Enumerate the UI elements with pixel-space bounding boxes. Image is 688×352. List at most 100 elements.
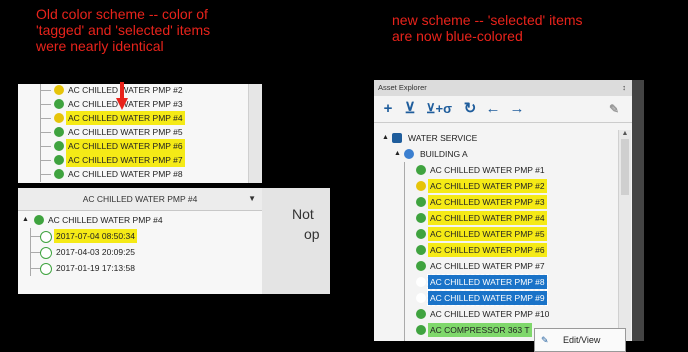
tree-row[interactable]: AC CHILLED WATER PMP #8 <box>404 274 632 290</box>
tree-row[interactable]: AC CHILLED WATER PMP #3 <box>404 194 632 210</box>
history-parent-row[interactable]: ▲ AC CHILLED WATER PMP #4 <box>18 212 248 228</box>
tree-root[interactable]: ▲ WATER SERVICE <box>382 130 630 146</box>
old-asset-tree: AC CHILLED WATER PMP #2 AC CHILLED WATER … <box>18 84 262 183</box>
tree-connector <box>404 242 415 258</box>
tree-row-label: AC CHILLED WATER PMP #1 <box>430 165 545 175</box>
tree-row[interactable]: AC CHILLED WATER PMP #4 <box>404 210 632 226</box>
tree-row-label: AC COMPRESSOR 363 T <box>428 323 532 337</box>
tree-row-label: AC CHILLED WATER PMP #4 <box>66 111 185 125</box>
tree-row-label: AC CHILLED WATER PMP #5 <box>428 227 547 241</box>
explorer-scrollbar[interactable]: ▲ <box>618 130 631 341</box>
tree-connector <box>404 274 415 290</box>
building-icon <box>404 149 414 159</box>
filter-button[interactable]: ⊻ <box>402 100 418 118</box>
history-row[interactable]: 2017-01-19 17:13:58 <box>18 260 248 276</box>
tree-row-label: AC CHILLED WATER PMP #2 <box>428 179 547 193</box>
caption-old-line-1: Old color scheme -- color of <box>36 6 208 22</box>
history-icon <box>40 247 52 259</box>
building-label: BUILDING A <box>420 149 468 159</box>
filter-add-button[interactable]: ⊻+σ <box>422 100 456 118</box>
pump-icon <box>416 245 426 255</box>
caption-new-scheme: new scheme -- 'selected' items are now b… <box>392 12 632 44</box>
history-parent-label: AC CHILLED WATER PMP #4 <box>48 215 163 225</box>
tree-row[interactable]: AC CHILLED WATER PMP #5 <box>404 226 632 242</box>
back-button[interactable]: ← <box>482 100 504 118</box>
expand-icon[interactable]: ▲ <box>394 146 401 162</box>
asset-explorer-title: Asset Explorer <box>378 83 427 92</box>
tree-scrollbar[interactable] <box>248 84 262 183</box>
pump-icon <box>54 85 64 95</box>
scrollbar-thumb[interactable] <box>621 139 629 195</box>
tree-row-label: AC CHILLED WATER PMP #8 <box>68 169 183 179</box>
pump-icon <box>54 141 64 151</box>
tree-connector <box>404 162 415 178</box>
tree-row[interactable]: AC CHILLED WATER PMP #10 <box>404 306 632 322</box>
tree-row-label: AC CHILLED WATER PMP #5 <box>68 127 183 137</box>
side-panel: Not op <box>262 188 330 294</box>
tree-row-label: AC CHILLED WATER PMP #7 <box>430 261 545 271</box>
side-text-not: Not <box>292 206 314 222</box>
caption-new-line-1: new scheme -- 'selected' items <box>392 12 583 28</box>
tree-row-label: AC CHILLED WATER PMP #6 <box>66 139 185 153</box>
pump-icon <box>54 113 64 123</box>
asset-dropdown[interactable]: AC CHILLED WATER PMP #4 ▼ <box>18 188 262 211</box>
context-menu[interactable]: ✎ Edit/View <box>534 328 626 352</box>
tree-row-label: AC CHILLED WATER PMP #3 <box>428 195 547 209</box>
tree-row-label: AC CHILLED WATER PMP #9 <box>427 290 548 306</box>
tree-row[interactable]: AC CHILLED WATER PMP #8 <box>18 166 248 182</box>
chevron-down-icon: ▼ <box>248 194 256 203</box>
caption-new-line-2: are now blue-colored <box>392 28 523 44</box>
tree-connector <box>404 258 415 274</box>
pump-icon <box>54 169 64 179</box>
side-strip <box>632 80 644 341</box>
refresh-button[interactable]: ↻ <box>462 100 478 118</box>
pump-icon <box>54 99 64 109</box>
tree-connector <box>404 194 415 210</box>
add-button[interactable]: + <box>380 100 396 118</box>
tree-connector <box>404 226 415 242</box>
tree-building[interactable]: ▲ BUILDING A <box>394 146 632 162</box>
water-service-icon <box>392 133 402 143</box>
history-row[interactable]: 2017-07-04 08:50:34 <box>18 228 248 244</box>
tree-row-label: AC CHILLED WATER PMP #4 <box>428 211 547 225</box>
tree-row-label: AC CHILLED WATER PMP #10 <box>430 309 550 319</box>
tree-connector <box>404 290 415 306</box>
pump-icon <box>416 325 426 335</box>
tree-row[interactable]: AC CHILLED WATER PMP #9 <box>404 290 632 306</box>
pump-icon <box>416 165 426 175</box>
pump-icon <box>416 197 426 207</box>
history-icon <box>40 263 52 275</box>
pump-icon <box>416 229 426 239</box>
pump-icon <box>416 277 426 287</box>
expand-icon[interactable]: ▲ <box>382 130 389 146</box>
context-menu-edit-view[interactable]: Edit/View <box>563 329 600 351</box>
tree-row[interactable]: AC CHILLED WATER PMP #2 <box>404 178 632 194</box>
tree-row[interactable]: AC CHILLED WATER PMP #7 <box>404 258 632 274</box>
pump-icon <box>416 309 426 319</box>
history-icon <box>40 231 52 243</box>
side-text-op: op <box>304 226 320 242</box>
tree-connector <box>404 178 415 194</box>
pin-icon[interactable]: ↕ <box>622 80 626 96</box>
tree-row[interactable]: AC CHILLED WATER PMP #1 <box>404 162 632 178</box>
expand-icon[interactable]: ▲ <box>22 212 29 228</box>
tree-connector <box>40 166 51 182</box>
forward-button[interactable]: → <box>506 100 528 118</box>
scrollbar-up-icon[interactable]: ▲ <box>619 130 631 137</box>
edit-pencil-icon[interactable]: ✎ <box>606 100 622 118</box>
pump-icon <box>54 127 64 137</box>
history-row[interactable]: 2017-04-03 20:09:25 <box>18 244 248 260</box>
caption-old-line-2: 'tagged' and 'selected' items <box>36 22 211 38</box>
asset-explorer-panel: Asset Explorer ↕ + ⊻ ⊻+σ ↻ ← → ✎ ▲ WATER… <box>374 80 632 341</box>
history-date: 2017-04-03 20:09:25 <box>56 247 135 257</box>
red-arrow-icon <box>116 82 128 110</box>
tree-row-label: AC CHILLED WATER PMP #7 <box>66 153 185 167</box>
pump-icon <box>54 155 64 165</box>
tree-row[interactable]: AC CHILLED WATER PMP #6 <box>404 242 632 258</box>
history-date: 2017-07-04 08:50:34 <box>54 229 137 243</box>
pump-icon <box>416 293 426 303</box>
edit-icon: ✎ <box>541 335 549 345</box>
root-label: WATER SERVICE <box>408 133 478 143</box>
tree-connector <box>404 322 415 338</box>
history-tree: ▲ AC CHILLED WATER PMP #4 2017-07-04 08:50… <box>18 210 248 294</box>
